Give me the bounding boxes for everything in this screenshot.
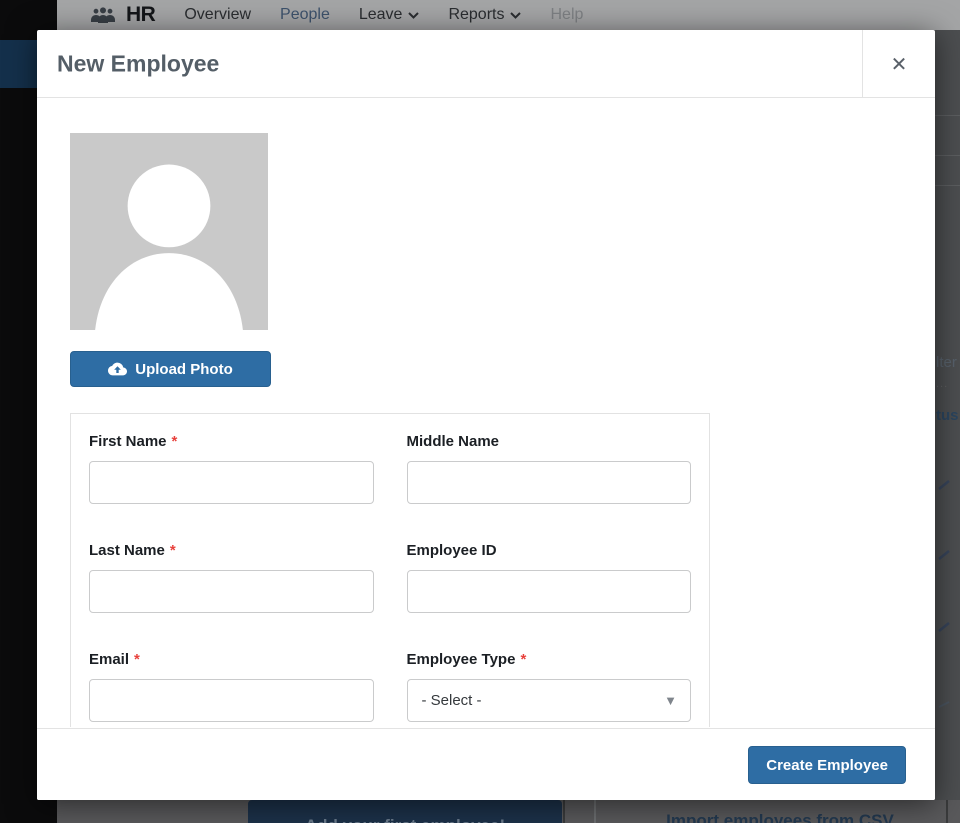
field-employee-id: Employee ID [407,542,692,613]
create-employee-button[interactable]: Create Employee [748,746,906,784]
close-button[interactable]: ✕ [862,30,935,98]
last-name-input[interactable] [89,570,374,613]
field-label: First Name* [89,433,374,450]
avatar-placeholder [70,133,268,330]
employee-id-input[interactable] [407,570,692,613]
required-marker: * [170,542,176,559]
dots-fragment: ... [936,378,948,390]
field-label: Employee ID [407,542,692,559]
required-marker: * [134,651,140,668]
divider [935,155,960,156]
upload-photo-button[interactable]: Upload Photo [70,351,271,387]
employee-type-select[interactable]: - Select - ▼ [407,679,692,722]
nav-item-reports[interactable]: Reports [448,6,521,24]
required-marker: * [520,651,526,668]
divider [594,800,596,823]
background-table-edge: lter ... tus [935,30,960,800]
chevron-down-icon [408,6,419,24]
divider [935,185,960,186]
brand-logo: HR [126,3,155,27]
filter-label-fragment: lter [936,354,957,371]
chevron-icon [937,548,951,566]
status-label-fragment: tus [936,407,959,424]
chevron-down-icon [510,6,521,24]
chevron-down-icon: ▼ [664,693,677,708]
field-last-name: Last Name* [89,542,374,613]
chevron-icon [937,698,951,716]
import-csv-button[interactable]: Import employees from CSV [620,811,940,823]
close-icon: ✕ [891,52,908,77]
field-label: Employee Type* [407,651,692,668]
nav-item-leave[interactable]: Leave [359,6,420,24]
field-middle-name: Middle Name [407,433,692,504]
employee-form: First Name* Middle Name Last Name* Emplo… [70,413,710,727]
divider [946,800,948,823]
modal-body: Upload Photo First Name* Middle Name Las… [37,98,935,727]
chevron-icon [937,478,951,496]
field-label: Email* [89,651,374,668]
email-input[interactable] [89,679,374,722]
first-name-input[interactable] [89,461,374,504]
nav-item-overview[interactable]: Overview [184,6,251,24]
field-employee-type: Employee Type* - Select - ▼ [407,651,692,722]
add-first-employee-button[interactable]: Add your first employee! [248,800,562,823]
divider [563,800,565,823]
modal-title: New Employee [57,50,219,77]
field-email: Email* [89,651,374,722]
select-value: - Select - [422,692,482,709]
middle-name-input[interactable] [407,461,692,504]
modal-footer: Create Employee [37,728,935,800]
required-marker: * [172,433,178,450]
chevron-icon [937,620,951,638]
people-group-icon [90,7,116,23]
modal-header: New Employee ✕ [37,30,935,98]
nav-item-help[interactable]: Help [550,6,583,24]
background-bottom-strip: Add your first employee! Import employee… [57,800,960,823]
cloud-upload-icon [108,362,127,376]
person-silhouette-icon [70,133,268,330]
field-label: Last Name* [89,542,374,559]
divider [935,115,960,116]
nav-item-people[interactable]: People [280,6,330,24]
top-nav: HR Overview People Leave Reports Help [57,0,960,30]
field-label: Middle Name [407,433,692,450]
new-employee-modal: New Employee ✕ Upload Photo First Name* [37,30,935,800]
field-first-name: First Name* [89,433,374,504]
